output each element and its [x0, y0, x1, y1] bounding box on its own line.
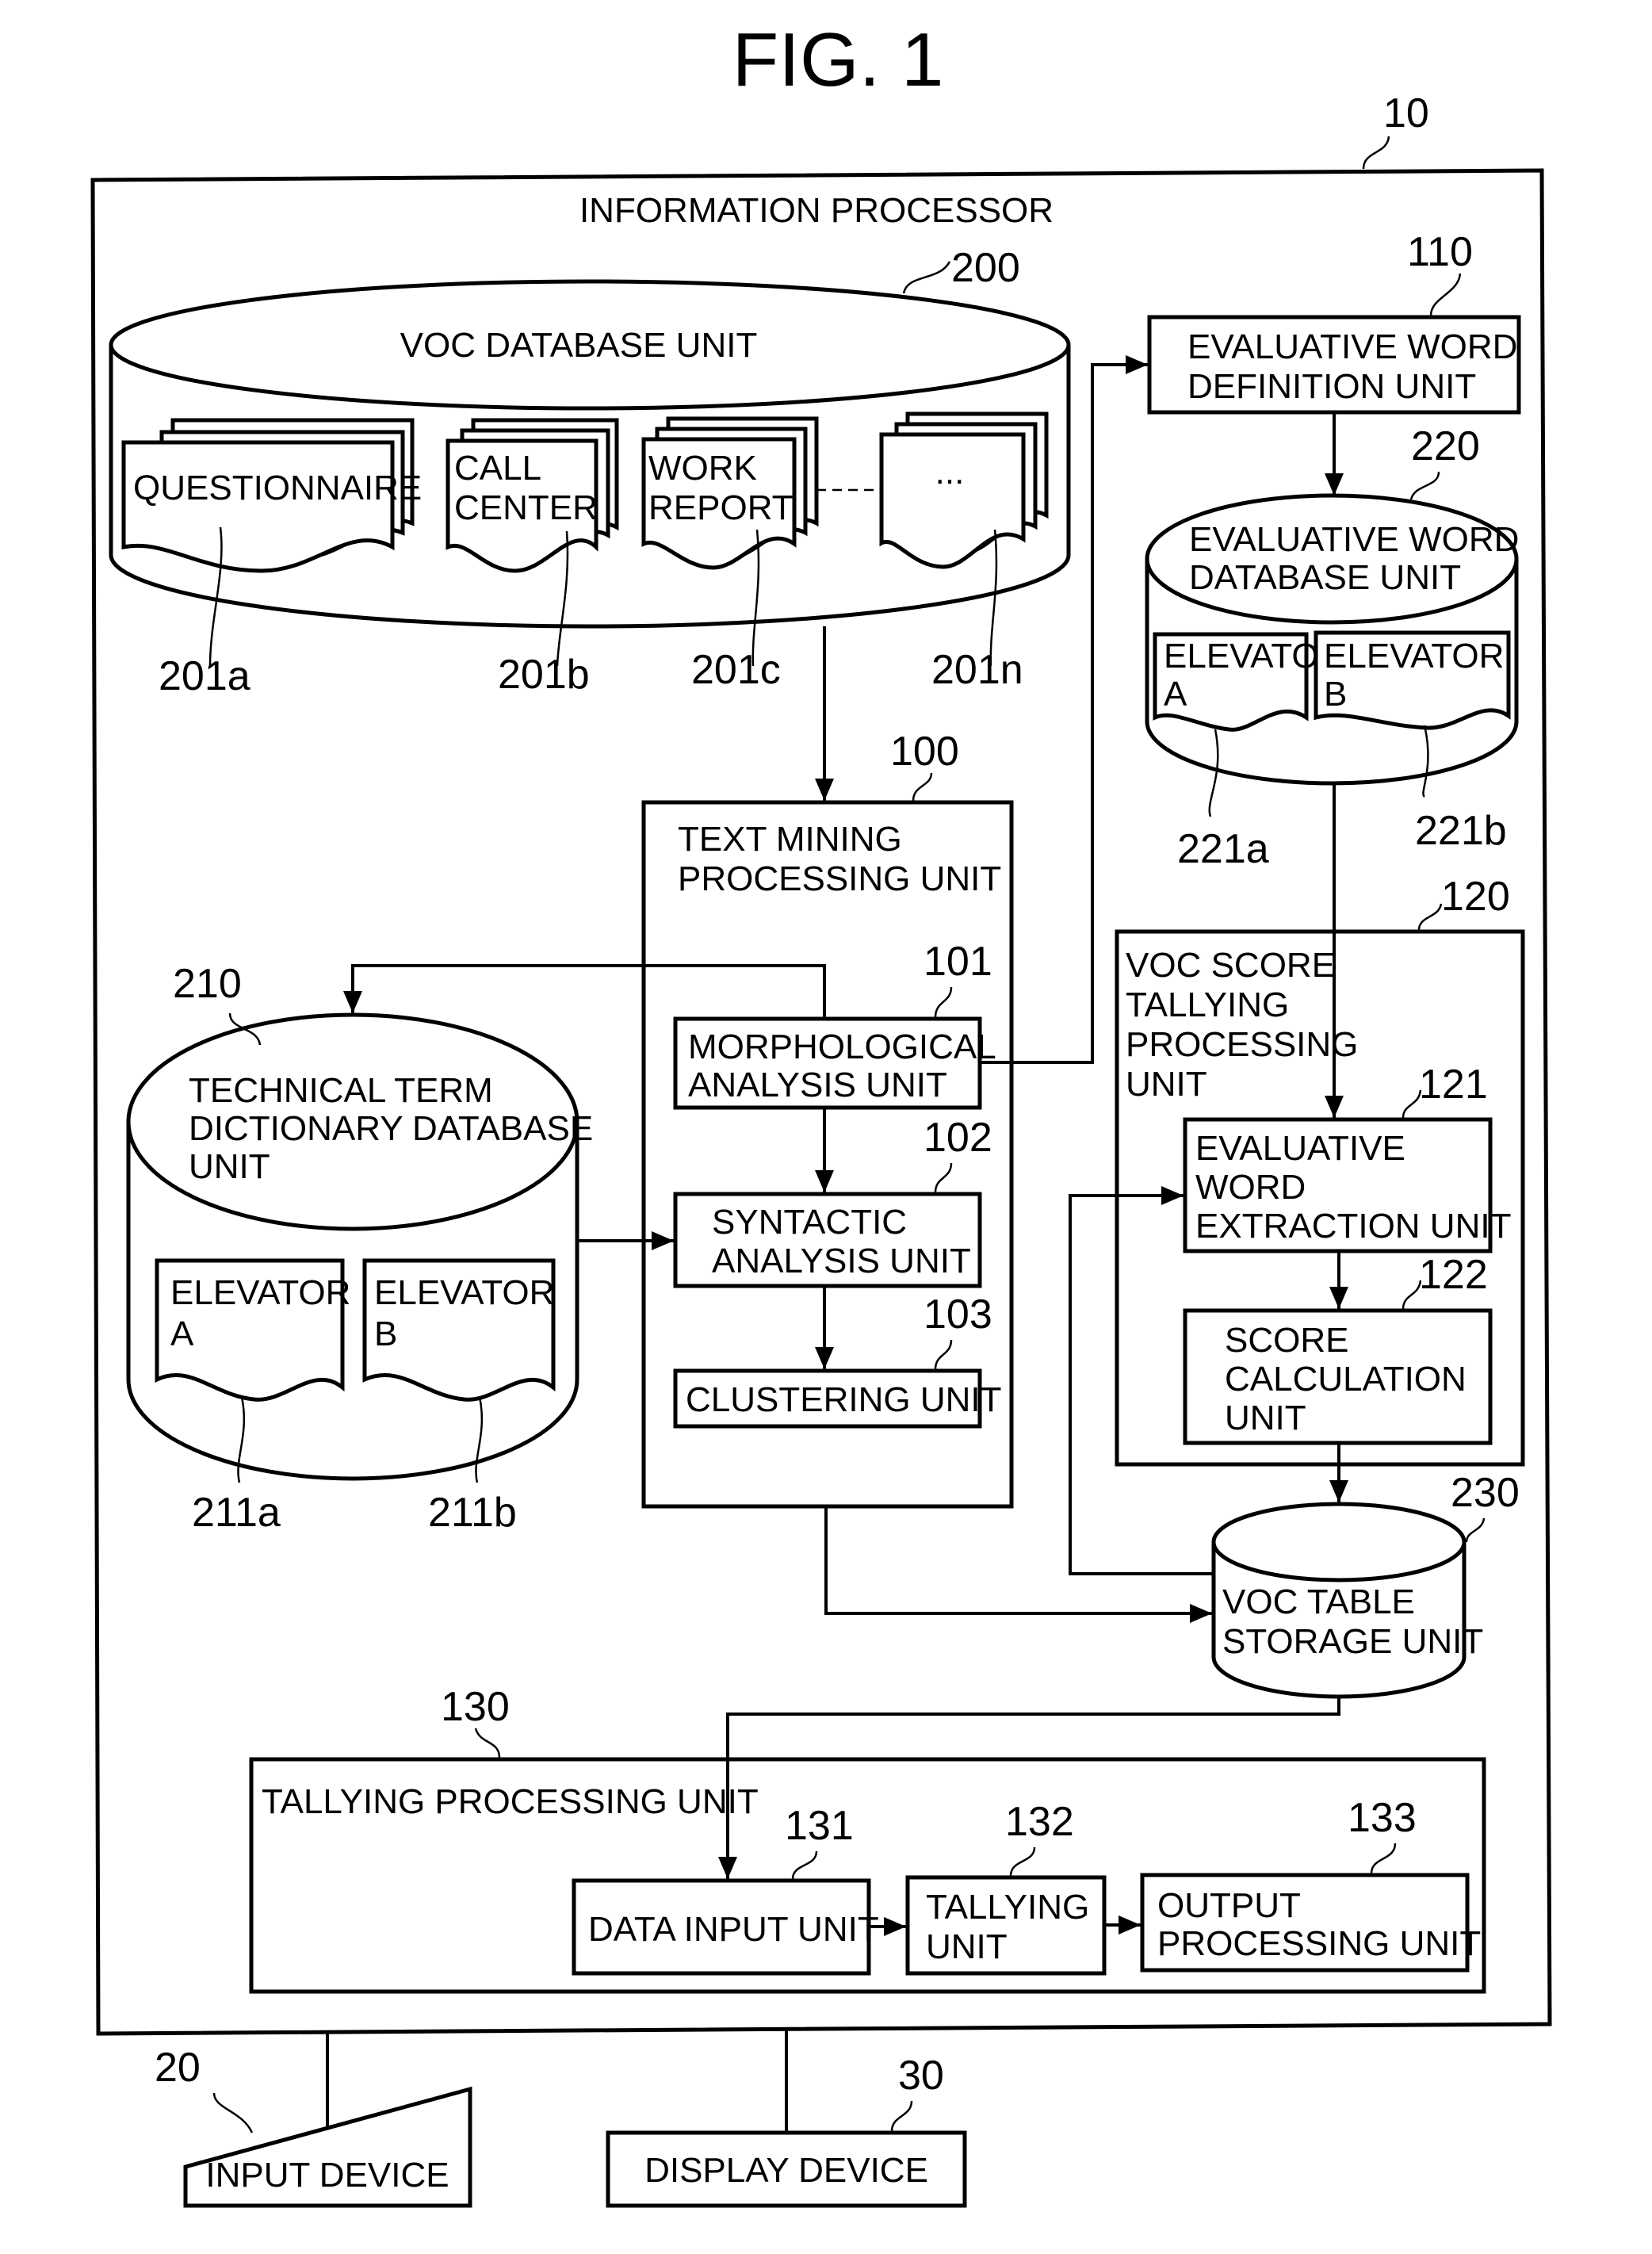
tm-line2: PROCESSING UNIT: [678, 859, 1001, 898]
ref-30: 30: [898, 2053, 944, 2099]
opu-line2: PROCESSING UNIT: [1157, 1924, 1481, 1963]
display-device-label: DISPLAY DEVICE: [644, 2151, 928, 2190]
ref-10: 10: [1383, 90, 1429, 136]
ewdb-doc-a-line2: A: [1164, 675, 1187, 714]
vst-line2: TALLYING: [1126, 985, 1289, 1024]
ref-201b: 201b: [498, 652, 590, 698]
ref-201n: 201n: [931, 647, 1023, 693]
ref-121: 121: [1419, 1062, 1488, 1108]
text-mining-processing-unit: TEXT MINING PROCESSING UNIT 100 MORPHOLO…: [641, 729, 1014, 1509]
input-device-label: INPUT DEVICE: [205, 2156, 449, 2195]
tm-line1: TEXT MINING: [678, 820, 902, 859]
ref-201a: 201a: [159, 653, 250, 699]
ref-210: 210: [173, 961, 242, 1007]
ref-221b: 221b: [1415, 808, 1507, 854]
ref-100: 100: [890, 729, 959, 775]
sc-line3: UNIT: [1225, 1399, 1306, 1437]
doc-201b-line2: CENTER: [454, 488, 598, 527]
sc-line1: SCORE: [1225, 1321, 1348, 1360]
technical-term-dictionary-database-unit: TECHNICAL TERM DICTIONARY DATABASE UNIT …: [126, 961, 593, 1536]
doc-201a-label: QUESTIONNAIRE: [133, 469, 422, 507]
ref-122: 122: [1419, 1252, 1488, 1298]
ref-130: 130: [441, 1684, 510, 1730]
clust-line1: CLUSTERING UNIT: [686, 1380, 1001, 1419]
tallying-processing-unit: TALLYING PROCESSING UNIT 130 DATA INPUT …: [249, 1684, 1486, 1994]
ewe-line1: EVALUATIVE: [1195, 1129, 1405, 1168]
ref-200: 200: [951, 245, 1020, 291]
ref-221a: 221a: [1177, 826, 1269, 872]
voc-database-label: VOC DATABASE UNIT: [400, 326, 758, 365]
ewe-line3: EXTRACTION UNIT: [1195, 1207, 1511, 1246]
ttdb-line3: UNIT: [189, 1147, 270, 1186]
doc-201c-line1: WORK: [648, 449, 757, 488]
ref-220: 220: [1411, 423, 1480, 469]
tpu-label: TALLYING PROCESSING UNIT: [262, 1782, 759, 1821]
ewdb-doc-b-line2: B: [1324, 675, 1347, 714]
arrow-textmining-to-voctable: [824, 1506, 1212, 1623]
vts-line2: STORAGE UNIT: [1222, 1622, 1483, 1661]
ttdb-doc-b-line1: ELEVATOR: [374, 1273, 554, 1312]
voc-table-storage-unit: VOC TABLE STORAGE UNIT 230: [1211, 1470, 1520, 1699]
information-processor-label: INFORMATION PROCESSOR: [579, 191, 1054, 230]
ref-20: 20: [155, 2045, 201, 2091]
doc-201c-line2: REPORT: [648, 488, 793, 527]
vst-line4: UNIT: [1126, 1065, 1207, 1104]
ref-230: 230: [1451, 1470, 1520, 1516]
block-diagram: FIG. 1 10 INFORMATION PROCESSOR VOC DATA…: [90, 17, 1552, 2208]
display-device: DISPLAY DEVICE 30: [606, 2027, 967, 2208]
ref-103: 103: [924, 1292, 992, 1337]
opu-line1: OUTPUT: [1157, 1886, 1301, 1925]
ref-110: 110: [1407, 229, 1473, 275]
ref-211a: 211a: [192, 1490, 281, 1536]
doc-201b-line1: CALL: [454, 449, 541, 488]
ttdb-doc-a-line2: A: [170, 1315, 194, 1353]
ref-211b: 211b: [428, 1490, 517, 1536]
ewdb-doc-b-line1: ELEVATOR: [1324, 637, 1504, 675]
sc-line2: CALCULATION: [1225, 1360, 1467, 1399]
ref-133: 133: [1348, 1795, 1417, 1841]
ewd-line1: EVALUATIVE WORD: [1187, 327, 1517, 366]
ref-132: 132: [1005, 1799, 1074, 1845]
ref-102: 102: [924, 1115, 992, 1161]
vst-line3: PROCESSING: [1126, 1025, 1358, 1064]
input-device: INPUT DEVICE 20: [155, 2030, 472, 2208]
ewe-line2: WORD: [1195, 1168, 1306, 1207]
evaluative-word-definition-unit: EVALUATIVE WORD DEFINITION UNIT 110: [1147, 229, 1521, 415]
syn-line2: ANALYSIS UNIT: [712, 1242, 971, 1280]
ref-101: 101: [924, 939, 992, 985]
diu-line1: DATA INPUT UNIT: [588, 1910, 879, 1949]
voc-database-unit: VOC DATABASE UNIT 200 QUESTIONNAIRE 201a…: [109, 245, 1071, 699]
ref-201c: 201c: [691, 647, 781, 693]
ewd-line2: DEFINITION UNIT: [1187, 367, 1476, 406]
vts-line1: VOC TABLE: [1222, 1582, 1415, 1621]
figure-title: FIG. 1: [732, 17, 944, 102]
doc-201n-label: ...: [935, 453, 965, 492]
morph-line2: ANALYSIS UNIT: [688, 1066, 947, 1104]
ewdb-line1: EVALUATIVE WORD: [1189, 520, 1519, 559]
ref-131: 131: [785, 1803, 854, 1849]
vst-line1: VOC SCORE: [1126, 946, 1335, 985]
morph-line1: MORPHOLOGICAL: [688, 1028, 996, 1066]
voc-score-tallying-processing-unit: VOC SCORE TALLYING PROCESSING UNIT 120 E…: [1115, 874, 1525, 1467]
syn-line1: SYNTACTIC: [712, 1203, 907, 1242]
ref-120: 120: [1441, 874, 1510, 920]
ttdb-doc-a-line1: ELEVATOR: [170, 1273, 350, 1312]
tu-line1: TALLYING: [926, 1888, 1089, 1927]
ttdb-line1: TECHNICAL TERM: [189, 1071, 493, 1110]
tu-line2: UNIT: [926, 1927, 1008, 1966]
ttdb-line2: DICTIONARY DATABASE: [189, 1109, 593, 1148]
ttdb-doc-b-line2: B: [374, 1315, 397, 1353]
ewdb-line2: DATABASE UNIT: [1189, 558, 1461, 597]
